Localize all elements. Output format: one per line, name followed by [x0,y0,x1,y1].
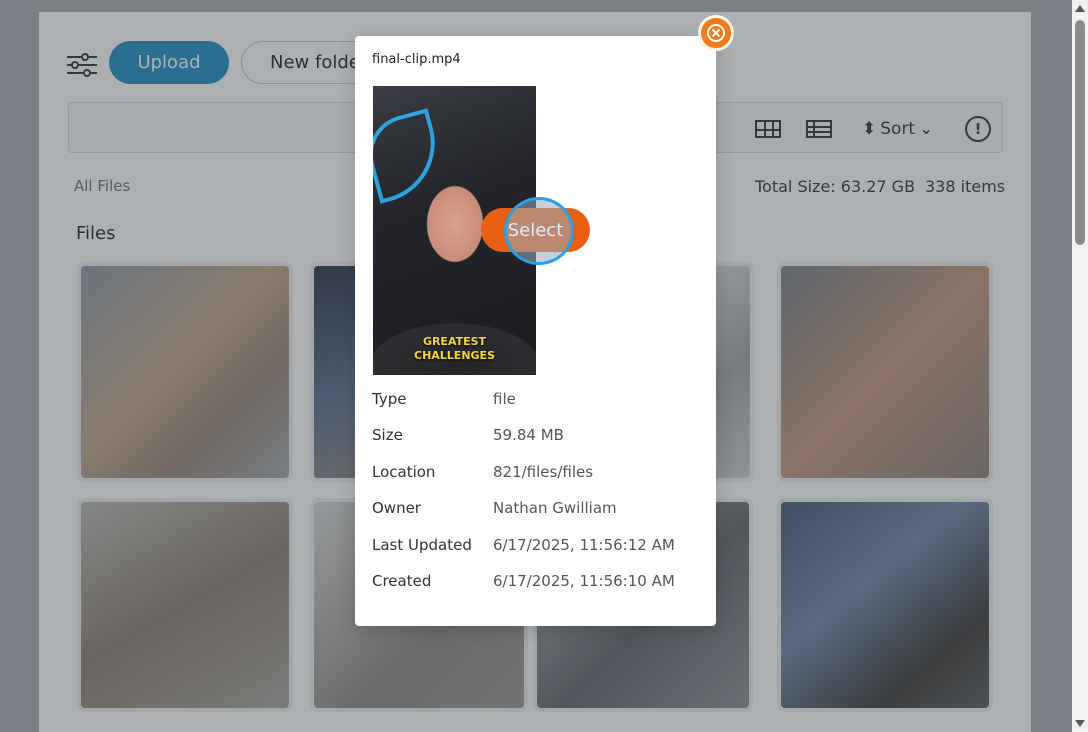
detail-row: Owner Nathan Gwilliam [372,496,702,532]
detail-value: file [493,390,516,408]
scroll-thumb[interactable] [1075,20,1085,245]
caption-line: CHALLENGES [414,349,495,362]
file-details: Type file Size 59.84 MB Location 821/fil… [372,387,702,605]
detail-row: Created 6/17/2025, 11:56:10 AM [372,569,702,605]
detail-key: Size [372,426,403,445]
neon-sign [373,108,449,204]
detail-row: Last Updated 6/17/2025, 11:56:12 AM [372,533,702,569]
detail-value: 59.84 MB [493,426,564,445]
detail-value: Nathan Gwilliam [493,499,617,518]
detail-key: Type [372,390,407,408]
close-circle-icon [707,24,725,42]
detail-value: 6/17/2025, 11:56:10 AM [493,571,675,590]
detail-value: 6/17/2025, 11:56:12 AM [493,535,675,554]
detail-row: Size 59.84 MB [372,423,702,459]
file-details-modal: final-clip.mp4 GREATEST CHALLENGES Type … [355,36,716,626]
detail-key: Created [372,571,432,590]
select-button[interactable] [481,208,590,252]
scroll-down-arrow-icon[interactable] [1075,720,1085,727]
detail-key: Owner [372,499,421,518]
detail-key: Location [372,462,436,481]
page-scrollbar[interactable] [1072,0,1088,732]
detail-row: Location 821/files/files [372,460,702,496]
modal-title: final-clip.mp4 [372,52,461,67]
scroll-up-arrow-icon[interactable] [1075,5,1085,12]
detail-row: Type file [372,387,702,423]
detail-value: 821/files/files [493,462,594,481]
caption-line: GREATEST [422,335,487,348]
video-caption: GREATEST CHALLENGES [373,335,536,363]
detail-key: Last Updated [372,535,472,554]
close-icon[interactable] [698,15,734,51]
